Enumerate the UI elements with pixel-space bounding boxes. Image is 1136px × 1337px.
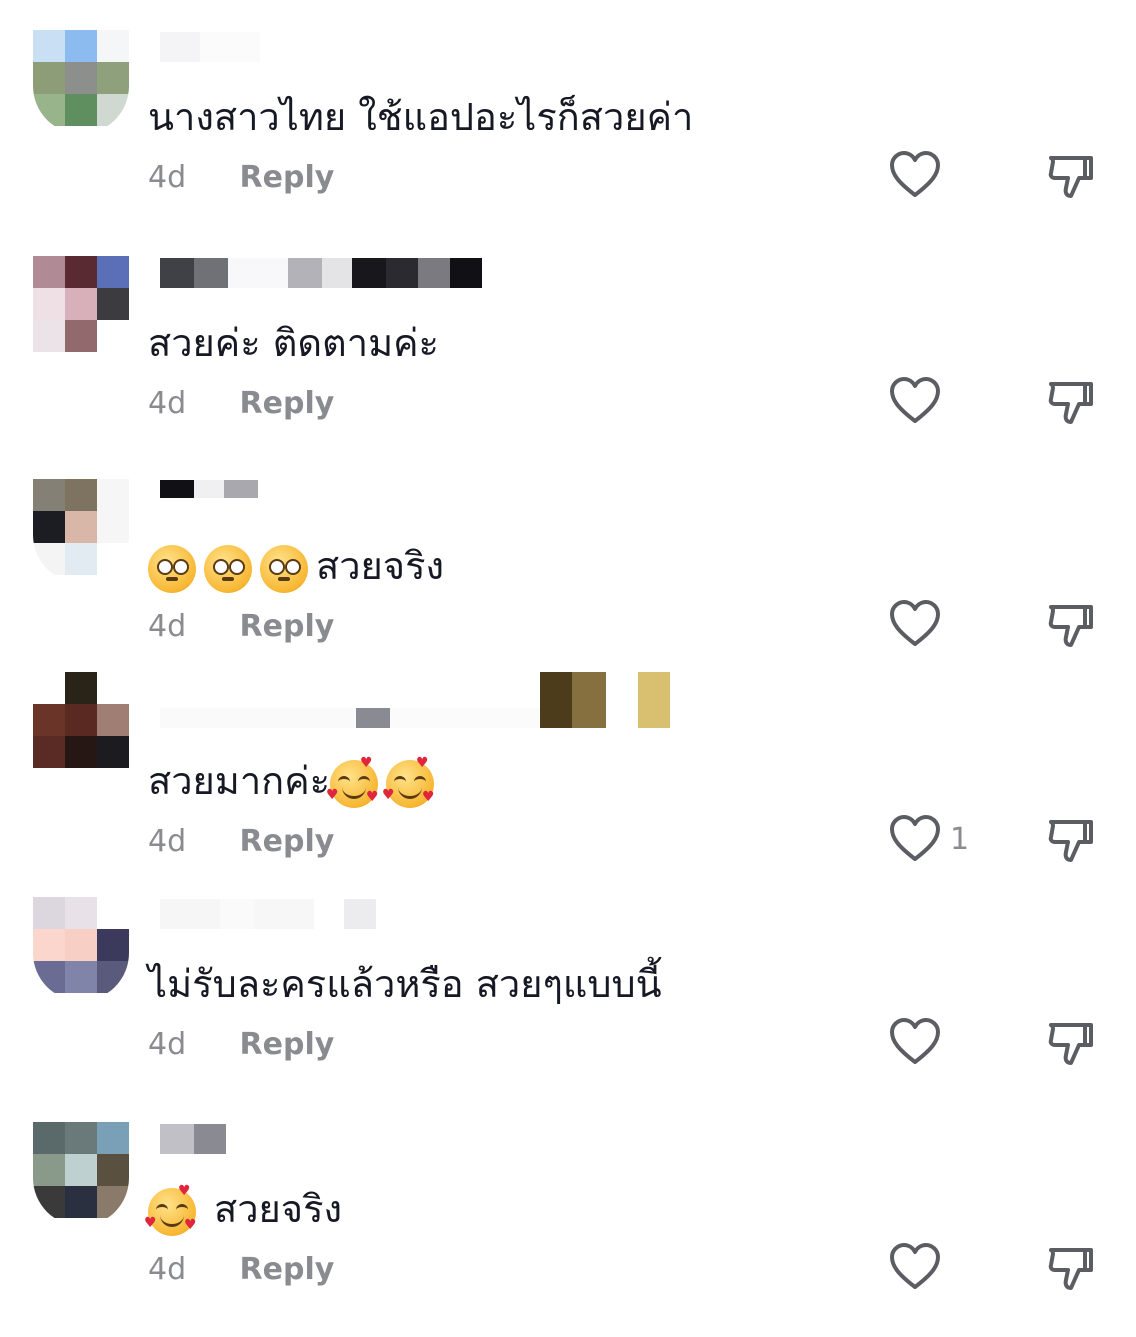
avatar[interactable] xyxy=(33,1122,129,1226)
username-redacted[interactable] xyxy=(160,1122,226,1156)
comment-item: สวยมากค่ะ ♥ ♥ ♥ ♥ ♥ ♥ 4d Reply 1 xyxy=(0,672,1136,909)
username-redacted[interactable] xyxy=(160,672,670,728)
reply-button[interactable]: Reply xyxy=(240,824,335,859)
comment-date: 4d xyxy=(148,824,187,859)
comment-item: สวยจริง 4d Reply xyxy=(0,479,1136,694)
like-button[interactable] xyxy=(888,1017,950,1067)
flushed-face-icon xyxy=(204,544,252,593)
comment-text-content: สวยมากค่ะ xyxy=(148,759,331,803)
comment-text: นางสาวไทย ใช้แอปอะไรก็สวยค่า xyxy=(148,95,694,139)
comment-item: นางสาวไทย ใช้แอปอะไรก็สวยค่า 4d Reply xyxy=(0,30,1136,245)
comment-meta: 4d Reply xyxy=(148,386,334,421)
comment-item: สวยค่ะ ติดตามค่ะ 4d Reply xyxy=(0,256,1136,471)
comment-text: ไม่รับละครแล้วหรือ สวยๆแบบนี้ xyxy=(148,962,662,1006)
avatar[interactable] xyxy=(33,672,129,776)
thumbs-down-outline-icon xyxy=(1048,382,1093,424)
heart-outline-icon xyxy=(890,377,940,423)
reply-button[interactable]: Reply xyxy=(240,1027,335,1062)
like-button[interactable]: 1 xyxy=(888,814,969,864)
heart-outline-icon xyxy=(890,1243,940,1289)
comment-meta: 4d Reply xyxy=(148,609,334,644)
smiling-face-with-hearts-icon: ♥ ♥ ♥ xyxy=(144,1184,197,1236)
flushed-face-icon xyxy=(148,544,196,593)
reply-button[interactable]: Reply xyxy=(240,386,335,421)
heart-outline-icon xyxy=(890,600,940,646)
username-redacted[interactable] xyxy=(160,897,376,931)
dislike-button[interactable] xyxy=(1045,814,1097,870)
thumbs-down-outline-icon xyxy=(1048,605,1093,647)
comment-date: 4d xyxy=(148,609,187,644)
dislike-button[interactable] xyxy=(1045,376,1097,432)
comment-text-content: สวยจริง xyxy=(214,1187,343,1231)
heart-outline-icon xyxy=(890,1018,940,1064)
comment-text: สวยค่ะ ติดตามค่ะ xyxy=(148,321,439,365)
username-redacted[interactable] xyxy=(160,30,260,64)
thumbs-down-outline-icon xyxy=(1048,156,1093,198)
like-button[interactable] xyxy=(888,150,950,200)
username-redacted[interactable] xyxy=(160,256,482,290)
comment-date: 4d xyxy=(148,1252,187,1287)
like-button[interactable] xyxy=(888,1242,950,1292)
flushed-face-icon xyxy=(260,544,308,593)
avatar[interactable] xyxy=(33,256,129,360)
reply-button[interactable]: Reply xyxy=(240,160,335,195)
reply-button[interactable]: Reply xyxy=(240,1252,335,1287)
reply-button[interactable]: Reply xyxy=(240,609,335,644)
comment-text: ♥ ♥ ♥ สวยจริง xyxy=(144,1184,343,1236)
dislike-button[interactable] xyxy=(1045,1017,1097,1073)
avatar[interactable] xyxy=(33,30,129,134)
comment-date: 4d xyxy=(148,1027,187,1062)
comment-item: ไม่รับละครแล้วหรือ สวยๆแบบนี้ 4d Reply xyxy=(0,897,1136,1112)
dislike-button[interactable] xyxy=(1045,599,1097,655)
like-button[interactable] xyxy=(888,599,950,649)
smiling-face-with-hearts-icon: ♥ ♥ ♥ xyxy=(326,756,379,808)
comment-text-content: สวยจริง xyxy=(316,544,445,588)
smiling-face-with-hearts-icon: ♥ ♥ ♥ xyxy=(382,756,435,808)
thumbs-down-outline-icon xyxy=(1048,1023,1093,1065)
dislike-button[interactable] xyxy=(1045,1242,1097,1298)
comment-date: 4d xyxy=(148,160,187,195)
comment-meta: 4d Reply xyxy=(148,1027,334,1062)
comment-text: สวยมากค่ะ ♥ ♥ ♥ ♥ ♥ ♥ xyxy=(148,756,442,808)
avatar[interactable] xyxy=(33,479,129,583)
comment-date: 4d xyxy=(148,386,187,421)
comment-item: ♥ ♥ ♥ สวยจริง 4d Reply xyxy=(0,1122,1136,1337)
comment-meta: 4d Reply xyxy=(148,1252,334,1287)
thumbs-down-outline-icon xyxy=(1048,1248,1093,1290)
avatar[interactable] xyxy=(33,897,129,1001)
comment-meta: 4d Reply xyxy=(148,160,334,195)
like-count: 1 xyxy=(950,821,970,857)
thumbs-down-outline-icon xyxy=(1048,820,1093,862)
comment-text: สวยจริง xyxy=(148,541,444,593)
dislike-button[interactable] xyxy=(1045,150,1097,206)
username-redacted[interactable] xyxy=(160,479,258,499)
heart-outline-icon xyxy=(890,815,940,861)
comment-meta: 4d Reply xyxy=(148,824,334,859)
heart-outline-icon xyxy=(890,151,940,197)
like-button[interactable] xyxy=(888,376,950,426)
